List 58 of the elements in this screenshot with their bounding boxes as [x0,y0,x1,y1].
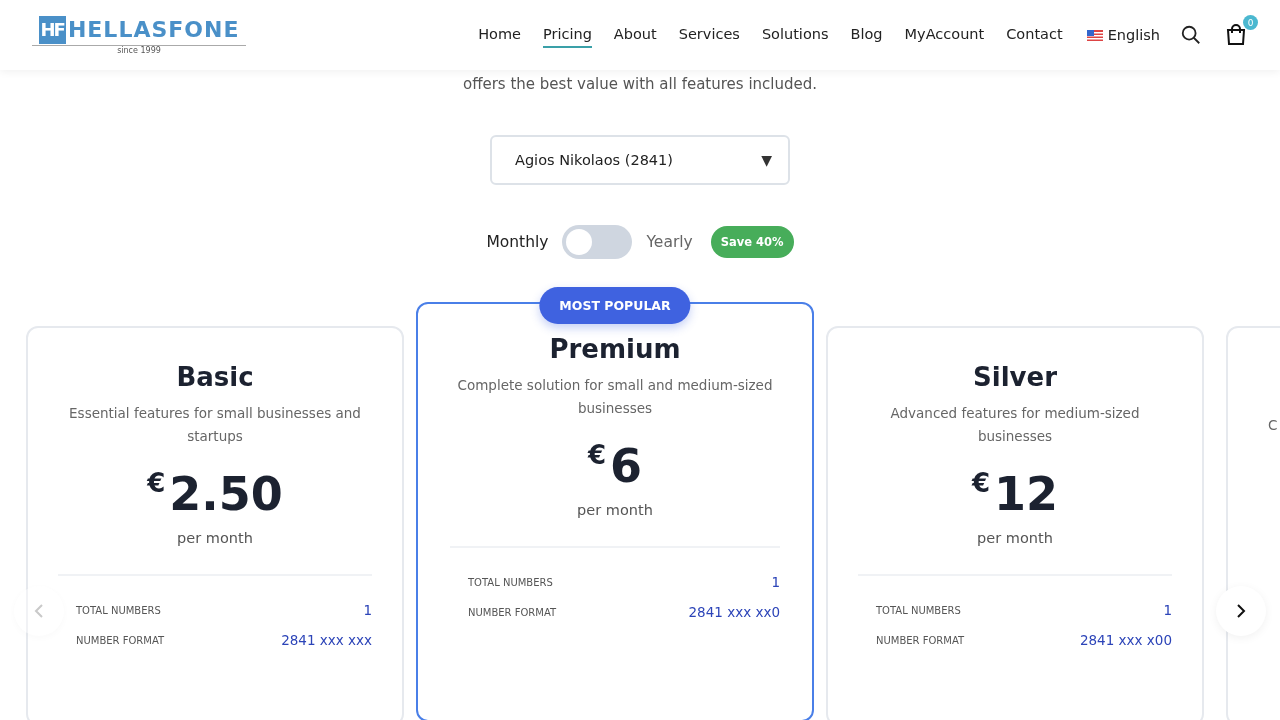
intro-text: offers the best value with all features included. [462,75,818,93]
nav-link[interactable]: About [613,22,657,48]
currency-symbol: € [147,468,166,498]
price-period: per month [577,502,653,518]
nav-link[interactable]: Home [478,22,521,48]
area-dropdown[interactable]: Agios Nikolaos (2841) ▼ [490,135,790,185]
plan-description: Complete solution for small and medium-sized businesses [456,376,774,418]
language-label: English [1107,27,1160,43]
plan-price: 2.50 [169,466,283,522]
logo-name: HELLASFONE [67,17,240,42]
flag-icon [1086,29,1103,41]
plan-description: C [1268,416,1278,435]
feature-value: 1 [1163,602,1172,618]
logo-tagline: since 1999 [32,44,246,55]
feature-value: 2841 xxx xx0 [688,604,780,620]
search-button[interactable] [1180,24,1202,46]
feature-label: NUMBER FORMAT [76,634,165,646]
nav-link[interactable]: MyAccount [904,22,985,48]
feature-label: TOTAL NUMBERS [76,604,161,616]
currency-symbol: € [587,440,607,470]
plan-name: Silver [973,362,1057,392]
search-icon [1180,24,1202,46]
cart-button[interactable] [1224,23,1248,47]
plan-description: Advanced features for medium-sized businesses [889,404,1141,446]
billing-toggle[interactable] [562,225,633,259]
currency-symbol: € [971,468,991,498]
monthly-label: Monthly [486,233,549,251]
plan-price: 12 [994,466,1059,522]
plan-name: Basic [176,362,254,392]
feature-value: 2841 xxx x00 [1079,632,1172,648]
feature-value: 1 [771,574,780,590]
nav-link[interactable]: Blog [850,22,883,48]
feature-label: NUMBER FORMAT [876,634,965,646]
price-period: per month [977,530,1053,546]
plan-price: 6 [610,438,643,494]
yearly-label: Yearly [646,233,693,251]
plan-description: Essential features for small businesses and startups [68,404,362,446]
cart-count-badge: 0 [1243,15,1258,30]
most-popular-badge: MOST POPULAR [539,287,691,324]
plan-name: Premium [549,334,681,364]
price-period: per month [177,530,253,546]
chevron-left-icon [32,603,46,619]
feature-value: 2841 xxx xxx [281,632,372,648]
feature-label: TOTAL NUMBERS [468,576,553,588]
chevron-right-icon [1234,603,1248,619]
nav-link[interactable]: Pricing [543,22,592,48]
feature-label: NUMBER FORMAT [468,606,557,618]
logo-mark: HF [38,15,66,44]
logo[interactable]: HF HELLASFONE since 1999 [32,15,246,55]
nav-link[interactable]: Services [678,22,740,48]
save-badge: Save 40% [710,226,794,258]
language-selector[interactable]: English [1086,27,1160,43]
nav-link[interactable]: Contact [1006,22,1063,48]
nav-link[interactable]: Solutions [761,22,829,48]
feature-value: 1 [363,602,372,618]
feature-label: TOTAL NUMBERS [876,604,961,616]
caret-icon: ▼ [761,152,772,168]
shopping-bag-icon [1224,23,1248,47]
